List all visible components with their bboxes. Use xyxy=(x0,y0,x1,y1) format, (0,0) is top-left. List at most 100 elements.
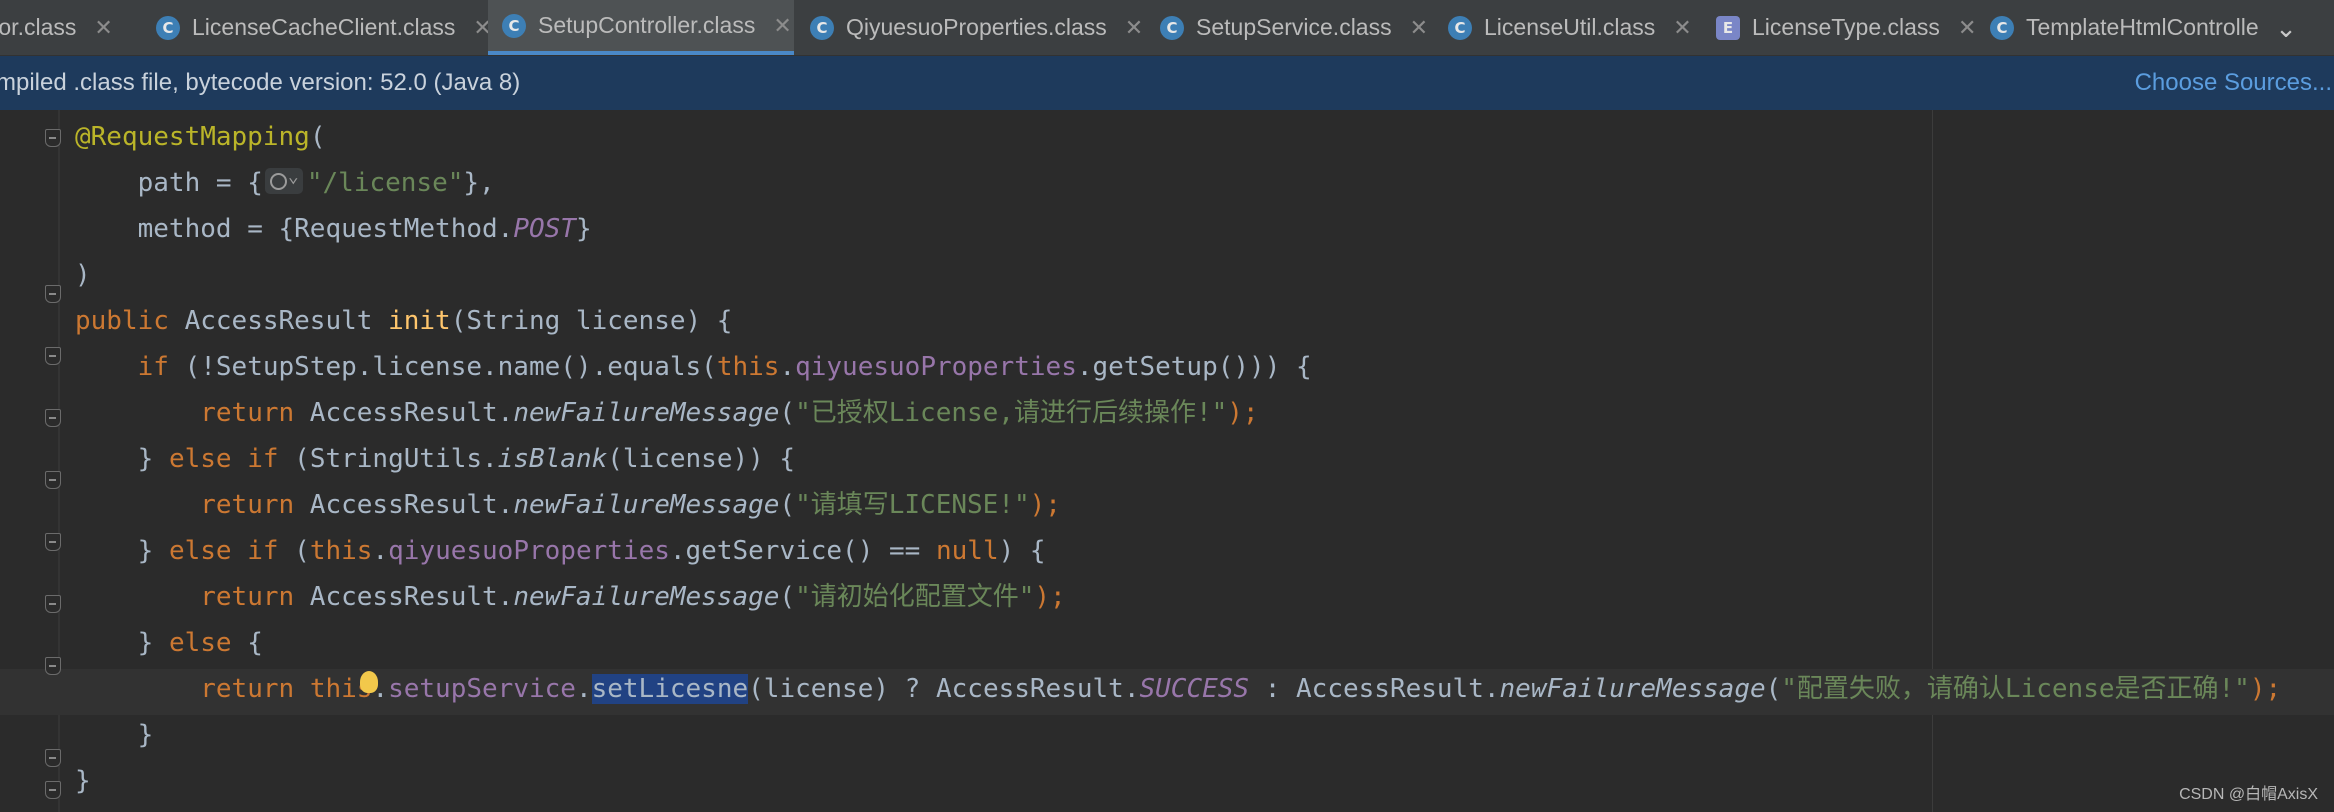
fold-icon[interactable] xyxy=(45,129,61,147)
code-line-6: if (!SetupStep.license.name().equals(thi… xyxy=(75,344,1312,390)
tab-label: LicenseUtil.class xyxy=(1484,14,1656,40)
code-token: (String license) { xyxy=(450,306,733,336)
close-icon[interactable]: ✕ xyxy=(773,13,791,39)
keyword-token: public xyxy=(75,306,169,336)
code-token: (!SetupStep.license.name().equals( xyxy=(168,352,717,382)
tab-license-util[interactable]: C LicenseUtil.class ✕ xyxy=(1442,0,1714,55)
chevron-down-icon[interactable]: ⌄ xyxy=(2268,10,2304,46)
code-token: } xyxy=(137,536,169,566)
code-token: { xyxy=(231,628,263,658)
field-token: qiyuesuoProperties xyxy=(795,352,1077,382)
code-token: ); xyxy=(1034,582,1066,612)
code-line-4: ) xyxy=(75,252,91,298)
code-line-3: method = {RequestMethod.POST} xyxy=(75,206,592,252)
code-line-15: } xyxy=(75,758,91,804)
code-token: .getService() == xyxy=(669,536,936,566)
code-line-14: } xyxy=(75,712,154,758)
code-token: .getSetup())) { xyxy=(1076,352,1312,382)
decompiled-notice-banner: mpiled .class file, bytecode version: 52… xyxy=(0,56,2334,110)
code-token: } xyxy=(75,766,91,796)
fold-icon[interactable] xyxy=(45,409,61,427)
tab-label: SetupController.class xyxy=(538,12,756,38)
static-method-token: newFailureMessage xyxy=(513,582,780,612)
fold-icon[interactable] xyxy=(45,471,61,489)
tab-label: QiyuesuoProperties.class xyxy=(846,14,1107,40)
code-token: ( xyxy=(779,490,796,520)
keyword-token: return xyxy=(200,582,295,612)
static-field-token: SUCCESS xyxy=(1139,674,1250,704)
tab-license-type[interactable]: E LicenseType.class ✕ xyxy=(1716,0,1986,55)
globe-icon[interactable] xyxy=(264,154,303,200)
class-icon: C xyxy=(502,13,526,38)
fold-icon[interactable] xyxy=(45,749,61,767)
code-token: } xyxy=(575,214,592,244)
enum-icon: E xyxy=(1716,15,1740,40)
tab-qiyuesuo-properties[interactable]: C QiyuesuoProperties.class ✕ xyxy=(796,0,1148,55)
tab-setup-controller[interactable]: C SetupController.class ✕ xyxy=(488,0,794,55)
method-name-token: init xyxy=(388,306,451,336)
code-token: ( xyxy=(278,536,310,566)
code-token: AccessResult. xyxy=(294,582,514,612)
code-token: ( xyxy=(309,122,326,152)
tab-license-cache-client[interactable]: C LicenseCacheClient.class ✕ xyxy=(146,0,492,55)
keyword-token: this xyxy=(309,536,373,566)
keyword-token: if xyxy=(137,352,169,382)
code-line-13: return this.setupService.setLicesne(lice… xyxy=(75,666,2281,712)
close-icon[interactable]: ✕ xyxy=(1673,15,1691,41)
code-token: ) xyxy=(75,260,91,290)
tab-label: LicenseType.class xyxy=(1752,14,1940,40)
fold-icon[interactable] xyxy=(45,595,61,613)
code-token: ); xyxy=(2249,674,2282,704)
fold-icon[interactable] xyxy=(45,781,61,799)
code-line-12: } else { xyxy=(75,620,263,666)
selected-text: setLicesne xyxy=(591,674,749,704)
class-icon: C xyxy=(156,15,180,40)
string-token: "请初始化配置文件" xyxy=(795,582,1035,612)
tab-template-html-controller[interactable]: C TemplateHtmlControlle xyxy=(1988,0,2264,55)
code-line-5: public AccessResult init(String license)… xyxy=(75,298,732,344)
close-icon[interactable]: ✕ xyxy=(1410,15,1428,41)
code-token: AccessResult xyxy=(168,306,389,336)
code-token: (StringUtils. xyxy=(278,444,498,474)
fold-icon[interactable] xyxy=(45,347,61,365)
close-icon[interactable]: ✕ xyxy=(94,15,112,41)
fold-icon[interactable] xyxy=(45,285,61,303)
tab-tor[interactable]: tor.class ✕ xyxy=(0,0,136,55)
code-token: } xyxy=(137,628,169,658)
code-line-11: return AccessResult.newFailureMessage("请… xyxy=(75,574,1066,620)
code-token: ); xyxy=(1029,490,1061,520)
code-token: ( xyxy=(779,398,796,428)
tab-setup-service[interactable]: C SetupService.class ✕ xyxy=(1150,0,1440,55)
code-line-8: } else if (StringUtils.isBlank(license))… xyxy=(75,436,795,482)
code-token: . xyxy=(779,352,796,382)
static-method-token: newFailureMessage xyxy=(513,398,780,428)
string-token: "/license" xyxy=(306,168,464,198)
annotation-token: @RequestMapping xyxy=(75,122,310,152)
fold-icon[interactable] xyxy=(45,533,61,551)
choose-sources-link[interactable]: Choose Sources... xyxy=(2135,69,2332,97)
code-line-7: return AccessResult.newFailureMessage("已… xyxy=(75,390,1258,436)
tab-label: SetupService.class xyxy=(1196,14,1392,40)
code-token: } xyxy=(137,720,154,750)
keyword-token: return xyxy=(200,398,295,428)
code-token: } xyxy=(137,444,169,474)
keyword-token: else if xyxy=(168,536,279,566)
code-token: . xyxy=(372,536,389,566)
tab-label: TemplateHtmlControlle xyxy=(2026,14,2259,40)
string-token: "配置失败，请确认License是否正确!" xyxy=(1781,674,2250,704)
code-token: (license)) { xyxy=(607,444,796,474)
field-token: setupService xyxy=(388,674,576,704)
code-token: . xyxy=(372,674,389,704)
string-token: "请填写LICENSE!" xyxy=(795,490,1030,520)
code-token: AccessResult. xyxy=(294,490,514,520)
code-token: : AccessResult. xyxy=(1249,674,1500,704)
code-editor[interactable]: @RequestMapping( path = {"/license"}, me… xyxy=(0,110,2334,812)
fold-icon[interactable] xyxy=(45,657,61,675)
close-icon[interactable]: ✕ xyxy=(1125,15,1143,41)
close-icon[interactable]: ✕ xyxy=(1958,15,1976,41)
